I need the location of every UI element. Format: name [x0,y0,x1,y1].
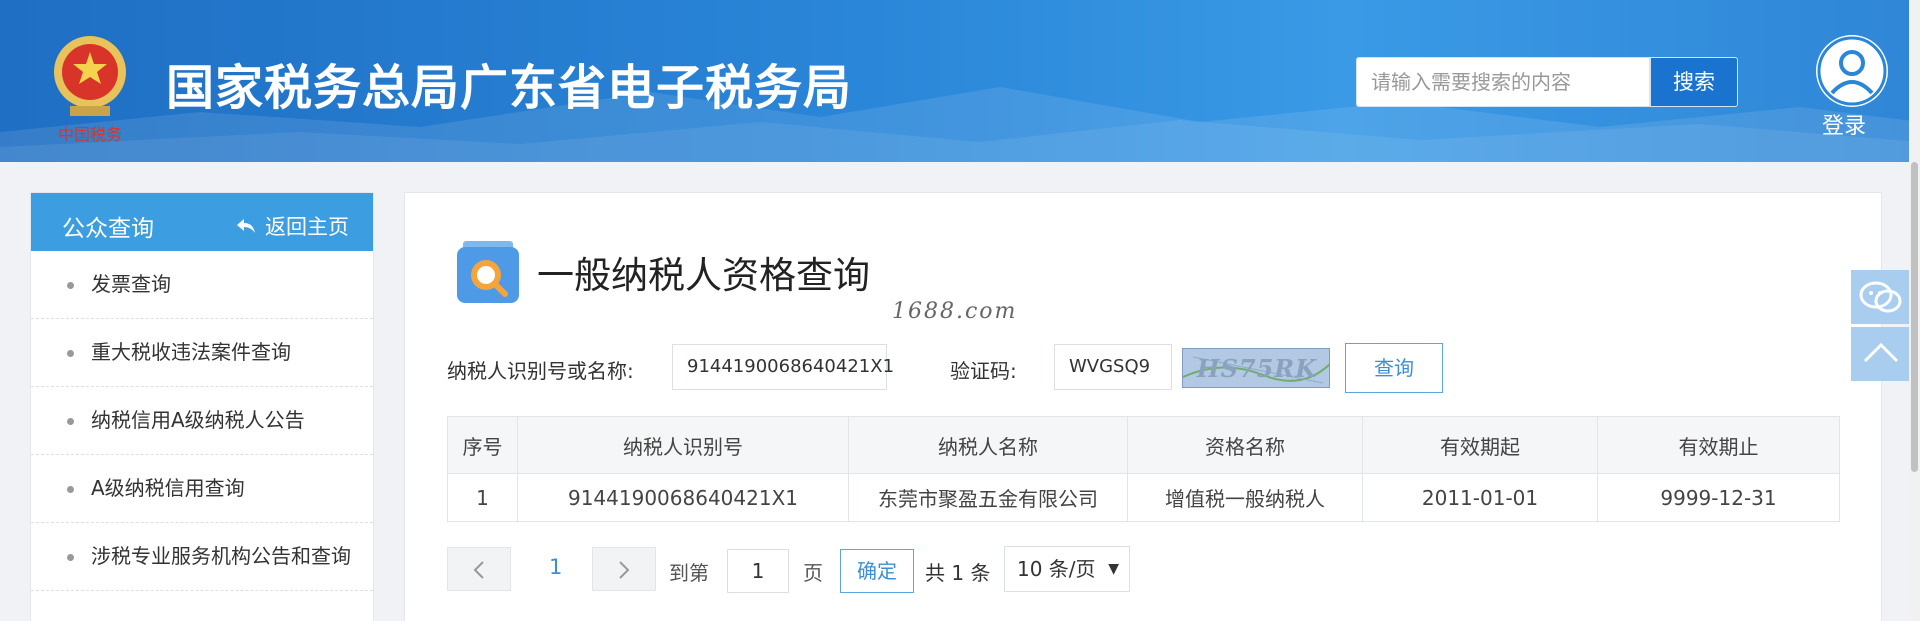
next-page-button[interactable] [592,547,656,591]
sidebar-item-label: A级纳税信用查询 [91,476,245,500]
goto-confirm-button[interactable]: 确定 [840,549,914,593]
sidebar-item-a-level-announcement[interactable]: 纳税信用A级纳税人公告 [31,387,373,455]
main-panel: 一般纳税人资格查询 1688.com 纳税人识别号或名称: 9144190068… [404,192,1882,621]
back-arrow-icon [237,219,255,233]
back-home-label: 返回主页 [265,215,349,239]
prev-page-icon [473,561,484,579]
cell-taxpayer-name: 东莞市聚盈五金有限公司 [848,473,1128,522]
search-input[interactable]: 请输入需要搜索的内容 [1356,57,1650,107]
svg-text:HS75RK: HS75RK [1196,354,1317,383]
cell-qualification: 增值税一般纳税人 [1127,473,1363,522]
wechat-icon [1859,281,1902,313]
svg-text:中国税务: 中国税务 [58,125,122,144]
back-to-top-icon [1863,342,1899,363]
wechat-float-button[interactable] [1851,270,1911,324]
site-title: 国家税务总局广东省电子税务局 [166,60,853,116]
prev-page-button[interactable] [447,547,511,591]
result-table: 序号 纳税人识别号 纳税人名称 资格名称 有效期起 有效期止 1 9144190… [447,416,1840,522]
back-to-top-button[interactable] [1851,327,1911,381]
page-title: 一般纳税人资格查询 [537,254,870,297]
sidebar-title: 公众查询 [62,216,154,242]
login-link[interactable]: 登录 [1822,108,1866,140]
sidebar-item-label: 重大税收违法案件查询 [91,340,291,364]
sidebar-item-tax-service-agency[interactable]: 涉税专业服务机构公告和查询 [31,523,373,591]
page-size-select[interactable]: 10 条/页 ▼ [1004,546,1130,592]
sidebar-item-label: 涉税专业服务机构公告和查询 [91,544,351,568]
chevron-down-icon: ▼ [1108,561,1119,577]
total-count: 共 1 条 [925,561,991,585]
col-header-taxpayer-name: 纳税人名称 [848,416,1128,474]
col-header-valid-to: 有效期止 [1597,416,1840,474]
search-doc-icon [453,237,523,307]
col-header-qualification: 资格名称 [1127,416,1363,474]
col-header-index: 序号 [447,416,518,474]
sidebar-item-tax-violation-query[interactable]: 重大税收违法案件查询 [31,319,373,387]
col-header-valid-from: 有效期起 [1362,416,1598,474]
taxpayer-id-label: 纳税人识别号或名称: [447,359,634,383]
scrollbar-thumb[interactable] [1911,162,1918,472]
captcha-image[interactable]: HS75RK [1182,348,1330,388]
sidebar-item-label: 发票查询 [91,272,171,296]
page-scrollbar[interactable] [1909,0,1920,621]
goto-label: 到第 [669,561,709,585]
captcha-input[interactable]: WVGSQ9 [1054,344,1172,390]
watermark: 1688.com [892,299,1018,324]
next-page-icon [619,561,630,579]
table-header-row: 序号 纳税人识别号 纳税人名称 资格名称 有效期起 有效期止 [447,416,1840,474]
cell-taxpayer-id: 9144190068640421X1 [517,473,849,522]
sidebar-item-label: 纳税信用A级纳税人公告 [91,408,305,432]
cell-valid-from: 2011-01-01 [1362,473,1598,522]
current-page-number[interactable]: 1 [549,555,562,579]
goto-page-input[interactable]: 1 [727,549,789,593]
col-header-taxpayer-id: 纳税人识别号 [517,416,849,474]
sidebar: 公众查询 返回主页 发票查询 重大税收违法案件查询 纳税信用A级纳税人公告 A级… [30,192,374,621]
back-home-link[interactable]: 返回主页 [235,211,349,241]
sidebar-header: 公众查询 返回主页 [31,193,373,251]
national-emblem-icon: 中国税务 [40,28,140,148]
query-button[interactable]: 查询 [1345,343,1443,393]
page-suffix-label: 页 [803,561,823,585]
table-row: 1 9144190068640421X1 东莞市聚盈五金有限公司 增值税一般纳税… [447,473,1840,522]
site-header: 中国税务 国家税务总局广东省电子税务局 请输入需要搜索的内容 搜索 登录 [0,0,1920,162]
sidebar-item-more[interactable] [31,591,373,621]
sidebar-item-invoice-query[interactable]: 发票查询 [31,251,373,319]
cell-valid-to: 9999-12-31 [1597,473,1840,522]
sidebar-item-a-level-credit-query[interactable]: A级纳税信用查询 [31,455,373,523]
search-button[interactable]: 搜索 [1650,57,1738,107]
taxpayer-id-input[interactable]: 9144190068640421X1 [672,344,894,390]
captcha-label: 验证码: [950,359,1017,383]
user-avatar-icon[interactable] [1816,35,1888,107]
page-size-value: 10 条/页 [1017,557,1096,581]
cell-index: 1 [447,473,518,522]
